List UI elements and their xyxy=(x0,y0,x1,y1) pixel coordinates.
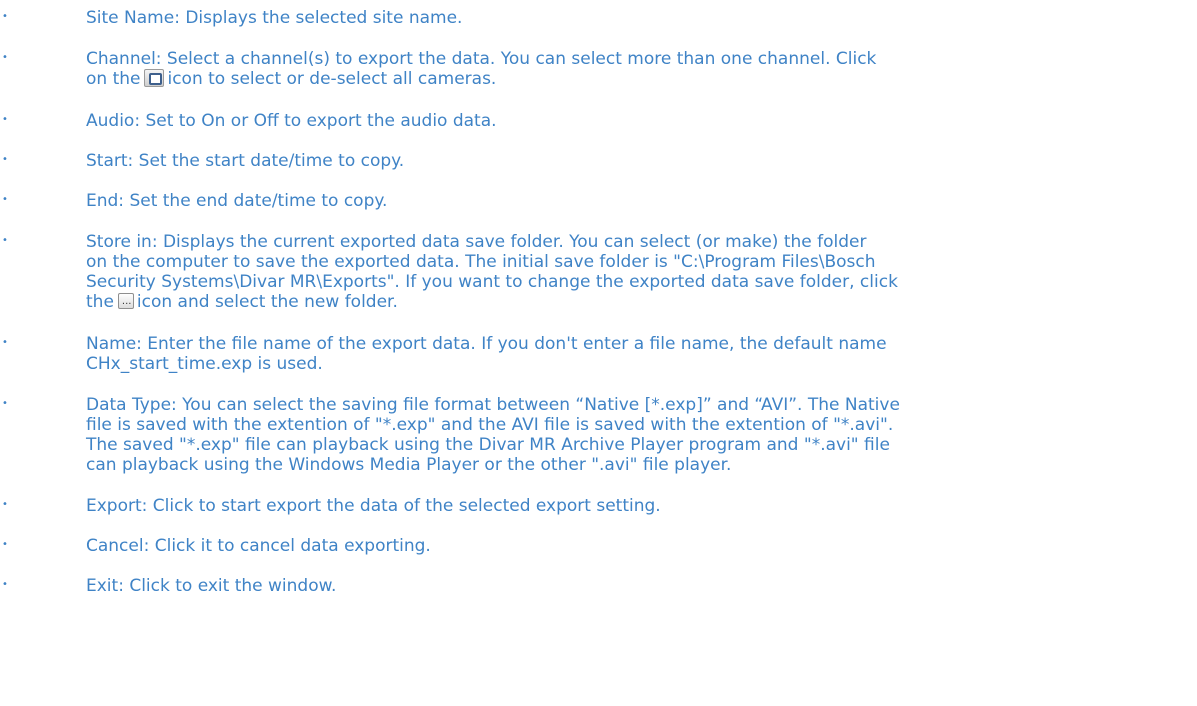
item-text-line: on the icon to select or de-select all ca… xyxy=(86,69,496,89)
item-text-fragment: icon to select or de-select all cameras. xyxy=(167,69,497,89)
item-text: The saved "*.exp" file can playback usin… xyxy=(86,435,890,455)
item-text: CHx_start_time.exp is used. xyxy=(86,354,323,374)
item-text: Start: Set the start date/time to copy. xyxy=(86,151,405,171)
bullet: • xyxy=(2,579,8,590)
item-text: Store in: Displays the current exported … xyxy=(86,232,867,252)
item-text: on the computer to save the exported dat… xyxy=(86,252,876,272)
item-text: Export: Click to start export the data o… xyxy=(86,496,661,516)
item-text: Audio: Set to On or Off to export the au… xyxy=(86,111,497,131)
item-text: Channel: Select a channel(s) to export t… xyxy=(86,49,877,69)
item-text: Site Name: Displays the selected site na… xyxy=(86,8,463,28)
bullet: • xyxy=(2,194,8,205)
item-text-fragment: on the xyxy=(86,69,141,89)
bullet: • xyxy=(2,235,8,246)
select-all-icon xyxy=(144,69,165,87)
bullet: • xyxy=(2,499,8,510)
item-text: End: Set the end date/time to copy. xyxy=(86,191,388,211)
item-text: can playback using the Windows Media Pla… xyxy=(86,455,732,475)
item-text-line: the icon and select the new folder. xyxy=(86,292,398,312)
item-text: Data Type: You can select the saving fil… xyxy=(86,395,900,415)
bullet: • xyxy=(2,337,8,348)
bullet: • xyxy=(2,154,8,165)
bullet: • xyxy=(2,52,8,63)
item-text: Cancel: Click it to cancel data exportin… xyxy=(86,536,431,556)
browse-icon xyxy=(117,292,134,312)
bullet: • xyxy=(2,539,8,550)
bullet: • xyxy=(2,398,8,409)
item-text-fragment: icon and select the new folder. xyxy=(136,292,398,312)
bullet: • xyxy=(2,11,8,22)
item-text: file is saved with the extention of "*.e… xyxy=(86,415,894,435)
item-text: Name: Enter the file name of the export … xyxy=(86,334,887,354)
item-text: Security Systems\Divar MR\Exports". If y… xyxy=(86,272,898,292)
item-text: Exit: Click to exit the window. xyxy=(86,576,337,596)
bullet: • xyxy=(2,114,8,125)
item-text-fragment: the xyxy=(86,292,114,312)
